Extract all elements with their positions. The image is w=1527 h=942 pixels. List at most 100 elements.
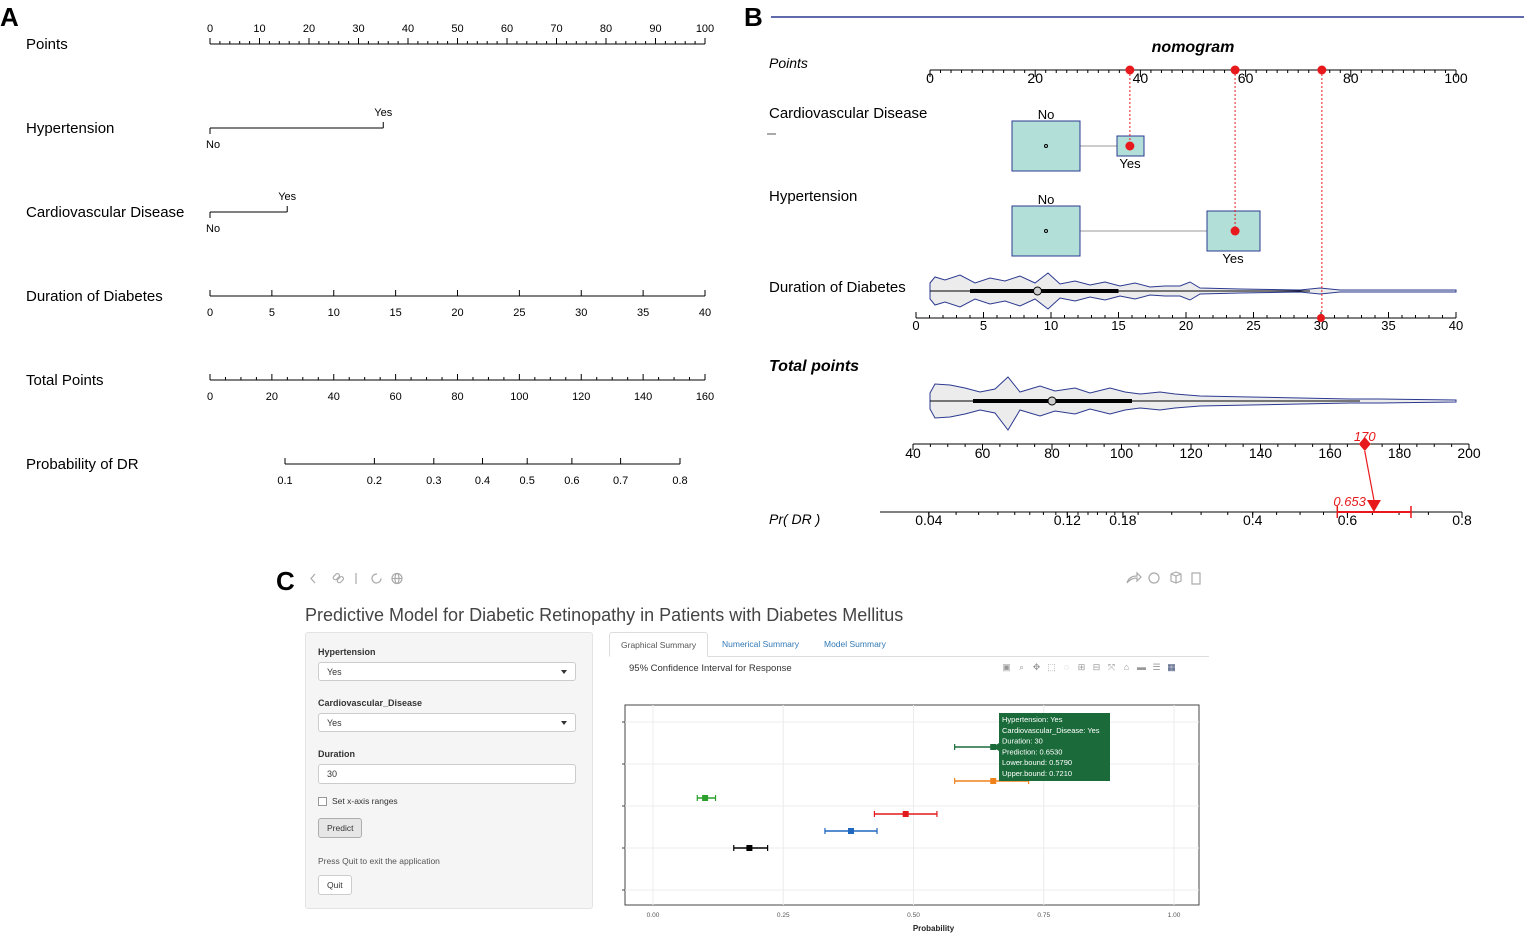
- probability-tick-label: 0.8: [672, 475, 687, 487]
- duration-tick-label: 5: [269, 307, 275, 319]
- pan-icon[interactable]: ✥: [1031, 662, 1042, 673]
- x-tick-label: 0.75: [1037, 912, 1050, 919]
- chevron-down-icon: [561, 670, 567, 674]
- hover-compare-icon[interactable]: ☰: [1151, 662, 1162, 673]
- x-tick-label: 0.25: [777, 912, 790, 919]
- cvd-selected-marker: [1125, 141, 1135, 151]
- row-label: Total points: [769, 358, 859, 375]
- share-icon[interactable]: [1126, 571, 1142, 584]
- app-title: Predictive Model for Diabetic Retinopath…: [305, 605, 904, 625]
- output-panel: Graphical Summary Numerical Summary Mode…: [609, 632, 1209, 933]
- row-label: Points: [769, 55, 808, 71]
- row-label: Cardiovascular Disease: [26, 204, 184, 221]
- input-sidebar: Hypertension Yes Cardiovascular_Disease …: [305, 632, 593, 909]
- total-selected-label: 170: [1354, 429, 1376, 444]
- x-axis-label: Probability: [913, 924, 955, 933]
- link-icon[interactable]: [332, 572, 345, 584]
- row-label: Pr( DR ): [769, 511, 820, 527]
- panel-c-app: Predictive Model for Diabetic Retinopath…: [293, 565, 1218, 933]
- ci-point[interactable]: [702, 795, 709, 801]
- duration-tick-label: 0: [207, 307, 213, 319]
- cube-icon[interactable]: [1170, 571, 1182, 584]
- probability-tick-label: 0.3: [426, 475, 441, 487]
- row-label: Hypertension: [26, 120, 114, 137]
- box-select-icon[interactable]: ⬚: [1046, 662, 1057, 673]
- tooltip-line: Hypertension: Yes: [1002, 715, 1063, 724]
- row-label: Probability of DR: [26, 456, 139, 473]
- total-tick-label: 80: [1044, 445, 1060, 461]
- prob-selected-marker: [1366, 500, 1381, 512]
- duration-tick-label: 5: [980, 318, 987, 333]
- probability-tick-label: 0.1: [277, 475, 292, 487]
- points-tick-label: 10: [253, 23, 265, 35]
- level-label-no: No: [1038, 107, 1055, 122]
- hypertension-select[interactable]: Yes: [318, 662, 576, 681]
- page-icon[interactable]: [1191, 572, 1201, 585]
- level-label-no: No: [206, 139, 220, 151]
- quit-button[interactable]: Quit: [318, 875, 352, 895]
- tab-model-summary[interactable]: Model Summary: [813, 632, 897, 655]
- total-tick-label: 180: [1388, 445, 1412, 461]
- points-tick-label: 20: [303, 23, 315, 35]
- duration-input[interactable]: 30: [318, 764, 576, 784]
- plot-modebar: ▣ ⌕ ✥ ⬚ ◌ ⊞ ⊟ ⤧ ⌂ ▬ ☰ ▦: [1001, 662, 1177, 673]
- zoom-icon[interactable]: ⌕: [1016, 662, 1027, 673]
- total-violin: [929, 376, 1457, 431]
- level-label-yes: Yes: [374, 107, 392, 119]
- cvd-label: Cardiovascular_Disease: [318, 698, 423, 708]
- duration-selected-marker: [1317, 314, 1325, 322]
- xrange-checkbox[interactable]: Set x-axis ranges: [318, 796, 398, 806]
- zoom-in-icon[interactable]: ⊞: [1076, 662, 1087, 673]
- back-icon[interactable]: [310, 573, 316, 584]
- panel-a-nomogram: Points Hypertension Cardiovascular Disease…: [26, 23, 714, 487]
- prob-tick-label: 0.04: [915, 512, 942, 528]
- checkbox-box[interactable]: [318, 796, 327, 806]
- total-median: [1047, 396, 1057, 406]
- points-tick-label: 40: [1133, 70, 1149, 86]
- prob-tick-label: 0.18: [1109, 512, 1136, 528]
- total-tick-label: 120: [1179, 445, 1203, 461]
- panel-c-letter: C: [276, 566, 295, 596]
- plot-area: [624, 704, 1200, 906]
- tab-bar: Graphical Summary Numerical Summary Mode…: [609, 632, 1209, 657]
- home-icon[interactable]: ⌂: [1121, 662, 1132, 673]
- ci-point[interactable]: [746, 845, 753, 851]
- tooltip-line: Duration: 30: [1002, 737, 1043, 746]
- level-label-yes: Yes: [1222, 251, 1244, 266]
- globe-icon[interactable]: [391, 572, 403, 585]
- probability-tick-label: 0.2: [367, 475, 382, 487]
- total-points-tick-label: 0: [207, 391, 213, 403]
- tooltip-line: Lower.bound: 0.5790: [1002, 758, 1072, 767]
- duration-tick-label: 35: [1381, 318, 1395, 333]
- tab-numerical-summary[interactable]: Numerical Summary: [711, 632, 810, 655]
- total-tick-label: 60: [975, 445, 991, 461]
- points-tick-label: 40: [402, 23, 414, 35]
- lasso-icon[interactable]: ◌: [1061, 662, 1072, 673]
- spike-icon[interactable]: ▬: [1136, 662, 1147, 673]
- prob-selected-label: 0.653: [1333, 494, 1366, 509]
- points-tick-label: 80: [1343, 70, 1359, 86]
- hypertension-selected-marker: [1230, 226, 1240, 236]
- duration-tick-label: 30: [575, 307, 587, 319]
- total-points-tick-label: 60: [390, 391, 402, 403]
- zoom-out-icon[interactable]: ⊟: [1091, 662, 1102, 673]
- ci-point[interactable]: [847, 828, 854, 834]
- autoscale-icon[interactable]: ⤧: [1106, 662, 1117, 673]
- tab-graphical-summary[interactable]: Graphical Summary: [609, 632, 709, 657]
- refresh-icon[interactable]: [371, 573, 382, 584]
- hypertension-label: Hypertension: [318, 647, 376, 657]
- comment-icon[interactable]: [1148, 572, 1160, 584]
- browser-toolbar: [310, 571, 1201, 585]
- predict-button[interactable]: Predict: [318, 818, 363, 838]
- cvd-select[interactable]: Yes: [318, 713, 576, 732]
- prob-tick-label: 0.8: [1452, 512, 1472, 528]
- ci-point[interactable]: [990, 778, 997, 784]
- plotly-logo-icon[interactable]: ▦: [1166, 662, 1177, 673]
- row-label: Duration of Diabetes: [769, 279, 906, 296]
- prob-tick-label: 0.6: [1338, 512, 1358, 528]
- ci-point[interactable]: [902, 811, 909, 817]
- xrange-checkbox-label: Set x-axis ranges: [332, 796, 398, 806]
- duration-tick-label: 25: [1246, 318, 1260, 333]
- camera-icon[interactable]: ▣: [1001, 662, 1012, 673]
- points-tick-label: 70: [550, 23, 562, 35]
